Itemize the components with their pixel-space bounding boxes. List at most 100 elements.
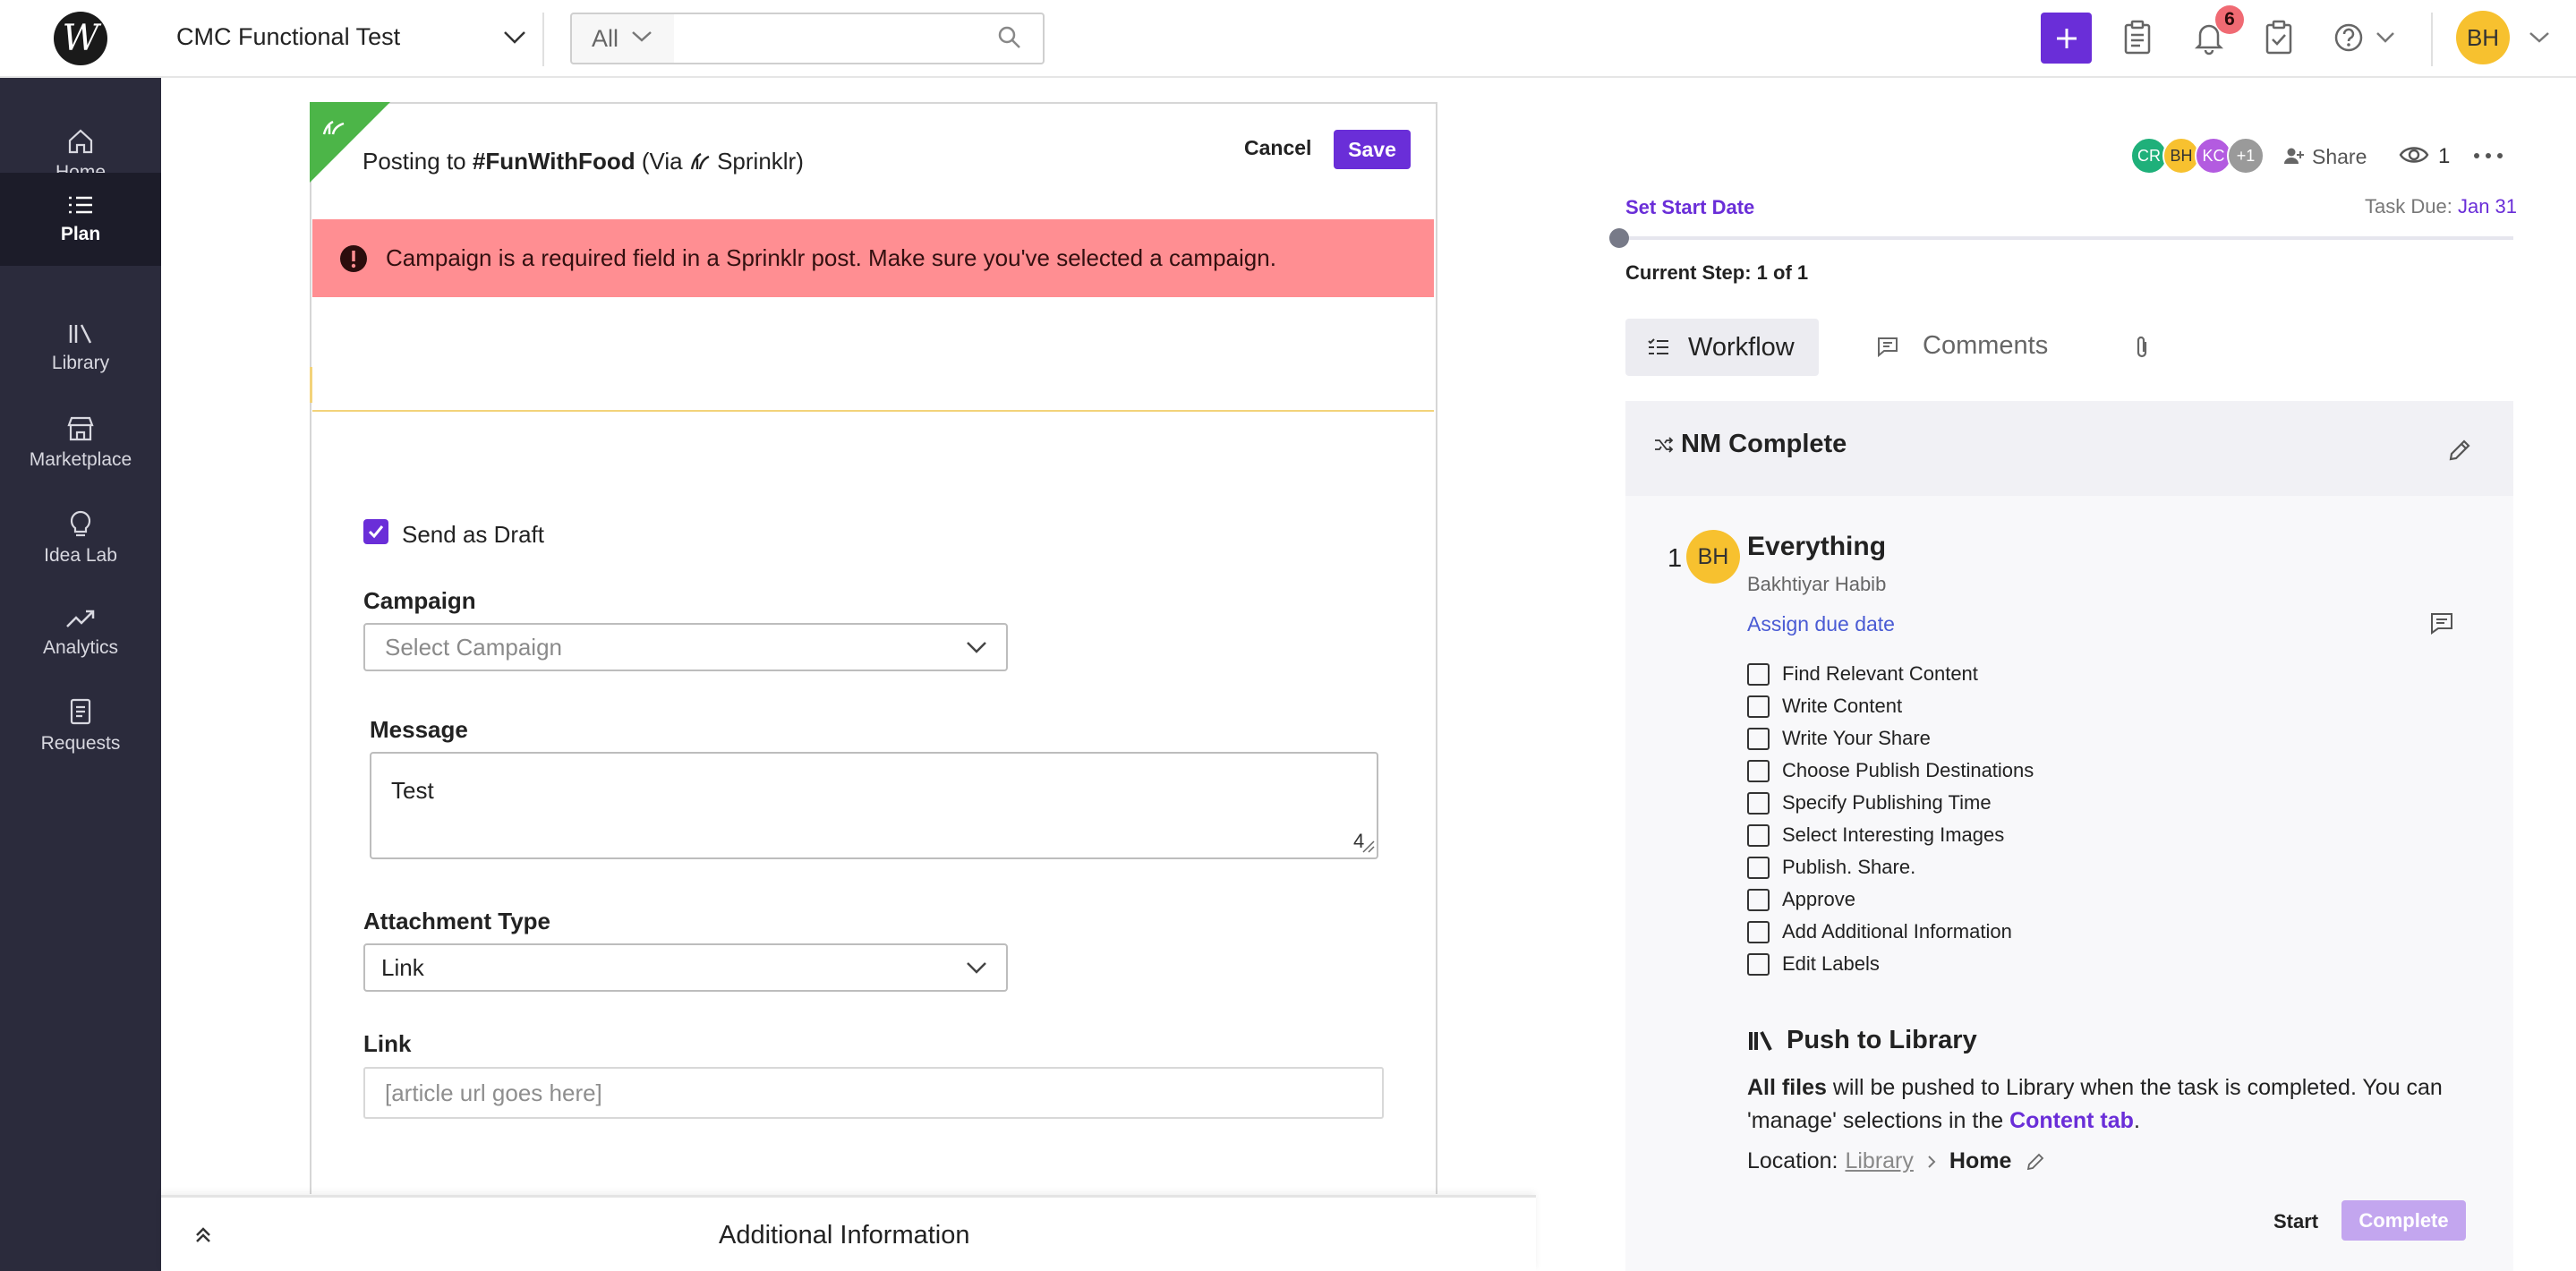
checklist-checkbox[interactable]	[1747, 856, 1770, 879]
checklist-checkbox[interactable]	[1747, 888, 1770, 911]
cancel-button[interactable]: Cancel	[1244, 136, 1311, 160]
checklist-item[interactable]: Publish. Share.	[1747, 856, 1915, 879]
share-button[interactable]: Share	[2312, 145, 2367, 169]
task-due: Task Due: Jan 31	[2365, 195, 2517, 218]
store-icon	[67, 416, 94, 441]
search-icon[interactable]	[997, 25, 1022, 50]
pencil-icon[interactable]	[2446, 437, 2473, 464]
checklist-checkbox[interactable]	[1747, 759, 1770, 782]
campaign-label: Campaign	[363, 587, 476, 614]
sidebar-item-label: Marketplace	[29, 449, 132, 470]
sidebar-item-library[interactable]: Library	[0, 302, 161, 395]
location-label: Location:	[1747, 1148, 1838, 1173]
save-button[interactable]: Save	[1334, 130, 1411, 169]
sidebar-item-idea-lab[interactable]: Idea Lab	[0, 491, 161, 584]
checklist-item[interactable]: Approve	[1747, 888, 1855, 911]
message-textarea[interactable]: Test	[370, 752, 1378, 859]
sidebar-item-requests[interactable]: Requests	[0, 679, 161, 772]
more-collaborators-avatar[interactable]: +1	[2227, 137, 2265, 175]
exclamation-icon	[340, 244, 367, 272]
tab-workflow[interactable]: Workflow	[1625, 319, 1819, 376]
step-assignee-avatar[interactable]: BH	[1686, 530, 1740, 584]
workflow-name-text: NM Complete	[1681, 430, 1847, 458]
chevron-down-icon	[630, 29, 653, 45]
link-placeholder: [article url goes here]	[385, 1079, 602, 1106]
document-icon	[70, 698, 91, 725]
breadcrumb-chevron-icon	[1926, 1155, 1937, 1169]
checklist-checkbox[interactable]	[1747, 952, 1770, 976]
link-input[interactable]: [article url goes here]	[363, 1067, 1384, 1119]
checklist-checkbox[interactable]	[1747, 920, 1770, 943]
sidebar: Home Plan Library Marketplace Idea Lab A…	[0, 78, 161, 1271]
search-filter-select[interactable]: All	[570, 13, 676, 64]
library-icon	[69, 324, 92, 344]
paperclip-icon[interactable]	[2132, 335, 2152, 360]
plus-icon	[2056, 28, 2077, 48]
tab-comments[interactable]: Comments	[1876, 331, 2048, 361]
chevron-down-icon[interactable]	[2528, 30, 2551, 46]
checklist-item[interactable]: Select Interesting Images	[1747, 823, 2004, 847]
checklist-item[interactable]: Specify Publishing Time	[1747, 791, 1992, 815]
task-due-date[interactable]: Jan 31	[2458, 195, 2517, 218]
chevron-down-icon[interactable]	[501, 27, 528, 48]
checklist-item[interactable]: Write Content	[1747, 695, 1902, 718]
clipboard-icon[interactable]	[2121, 20, 2154, 55]
checklist-checkbox[interactable]	[1747, 695, 1770, 718]
step-number: 1	[1668, 544, 1683, 573]
double-chevron-up-icon[interactable]	[193, 1225, 213, 1245]
location-library-link[interactable]: Library	[1845, 1148, 1913, 1174]
user-add-icon[interactable]	[2283, 146, 2305, 166]
content-tab-link[interactable]: Content tab	[2009, 1108, 2134, 1133]
assign-due-date-link[interactable]: Assign due date	[1747, 612, 1895, 636]
push-description: All files will be pushed to Library when…	[1747, 1071, 2463, 1138]
sidebar-item-plan[interactable]: Plan	[0, 173, 161, 266]
add-button[interactable]	[2041, 13, 2092, 64]
checklist-item[interactable]: Choose Publish Destinations	[1747, 759, 2034, 782]
more-options-icon[interactable]	[2473, 152, 2503, 159]
workspace-name[interactable]: CMC Functional Test	[176, 23, 400, 51]
user-avatar[interactable]: BH	[2456, 11, 2510, 64]
checklist-item-label: Select Interesting Images	[1782, 823, 2005, 846]
sidebar-item-marketplace[interactable]: Marketplace	[0, 397, 161, 490]
comment-icon	[1878, 337, 1898, 357]
divider	[2431, 13, 2433, 66]
search-input[interactable]	[674, 13, 1045, 64]
campaign-select[interactable]: Select Campaign	[363, 623, 1008, 671]
location-home: Home	[1949, 1148, 2012, 1173]
chevron-down-icon	[967, 962, 986, 974]
resize-handle-icon[interactable]	[1361, 839, 1375, 853]
eye-icon[interactable]	[2399, 144, 2429, 166]
app-logo[interactable]: W	[54, 12, 107, 65]
checklist-checkbox[interactable]	[1747, 727, 1770, 750]
notification-badge[interactable]: 6	[2215, 5, 2244, 34]
set-start-date-link[interactable]: Set Start Date	[1625, 196, 1754, 219]
checklist-checkbox[interactable]	[1747, 823, 1770, 847]
library-location: Location: Library Home	[1747, 1148, 2045, 1174]
complete-button[interactable]: Complete	[2341, 1200, 2466, 1241]
checklist-item[interactable]: Find Relevant Content	[1747, 662, 1978, 686]
step-progress-track	[1625, 236, 2513, 240]
send-as-draft-checkbox[interactable]	[363, 519, 388, 544]
checklist-item[interactable]: Write Your Share	[1747, 727, 1931, 750]
additional-information-label[interactable]: Additional Information	[719, 1221, 970, 1250]
checklist-checkbox[interactable]	[1747, 791, 1770, 815]
sidebar-item-analytics[interactable]: Analytics	[0, 586, 161, 679]
checklist-item[interactable]: Edit Labels	[1747, 952, 1880, 976]
logo-letter: W	[62, 18, 99, 59]
attachment-type-select[interactable]: Link	[363, 943, 1008, 992]
tab-label: Comments	[1923, 331, 2049, 360]
task-check-icon[interactable]	[2263, 20, 2295, 55]
chevron-down-icon[interactable]	[2375, 30, 2396, 46]
checklist-checkbox[interactable]	[1747, 662, 1770, 686]
library-icon	[1749, 1030, 1772, 1051]
avatar-initials: BH	[2170, 146, 2193, 165]
comment-icon[interactable]	[2429, 611, 2454, 635]
push-desc-bold: All files	[1747, 1075, 1827, 1100]
start-button[interactable]: Start	[2273, 1210, 2318, 1233]
send-as-draft-label[interactable]: Send as Draft	[402, 521, 544, 549]
pencil-icon[interactable]	[2026, 1152, 2045, 1172]
help-icon[interactable]	[2333, 21, 2365, 54]
posting-to-heading: Posting to #FunWithFood (Via Sprinklr)	[363, 148, 804, 175]
checklist-item[interactable]: Add Additional Information	[1747, 920, 2012, 943]
step-progress-handle[interactable]	[1609, 228, 1629, 248]
